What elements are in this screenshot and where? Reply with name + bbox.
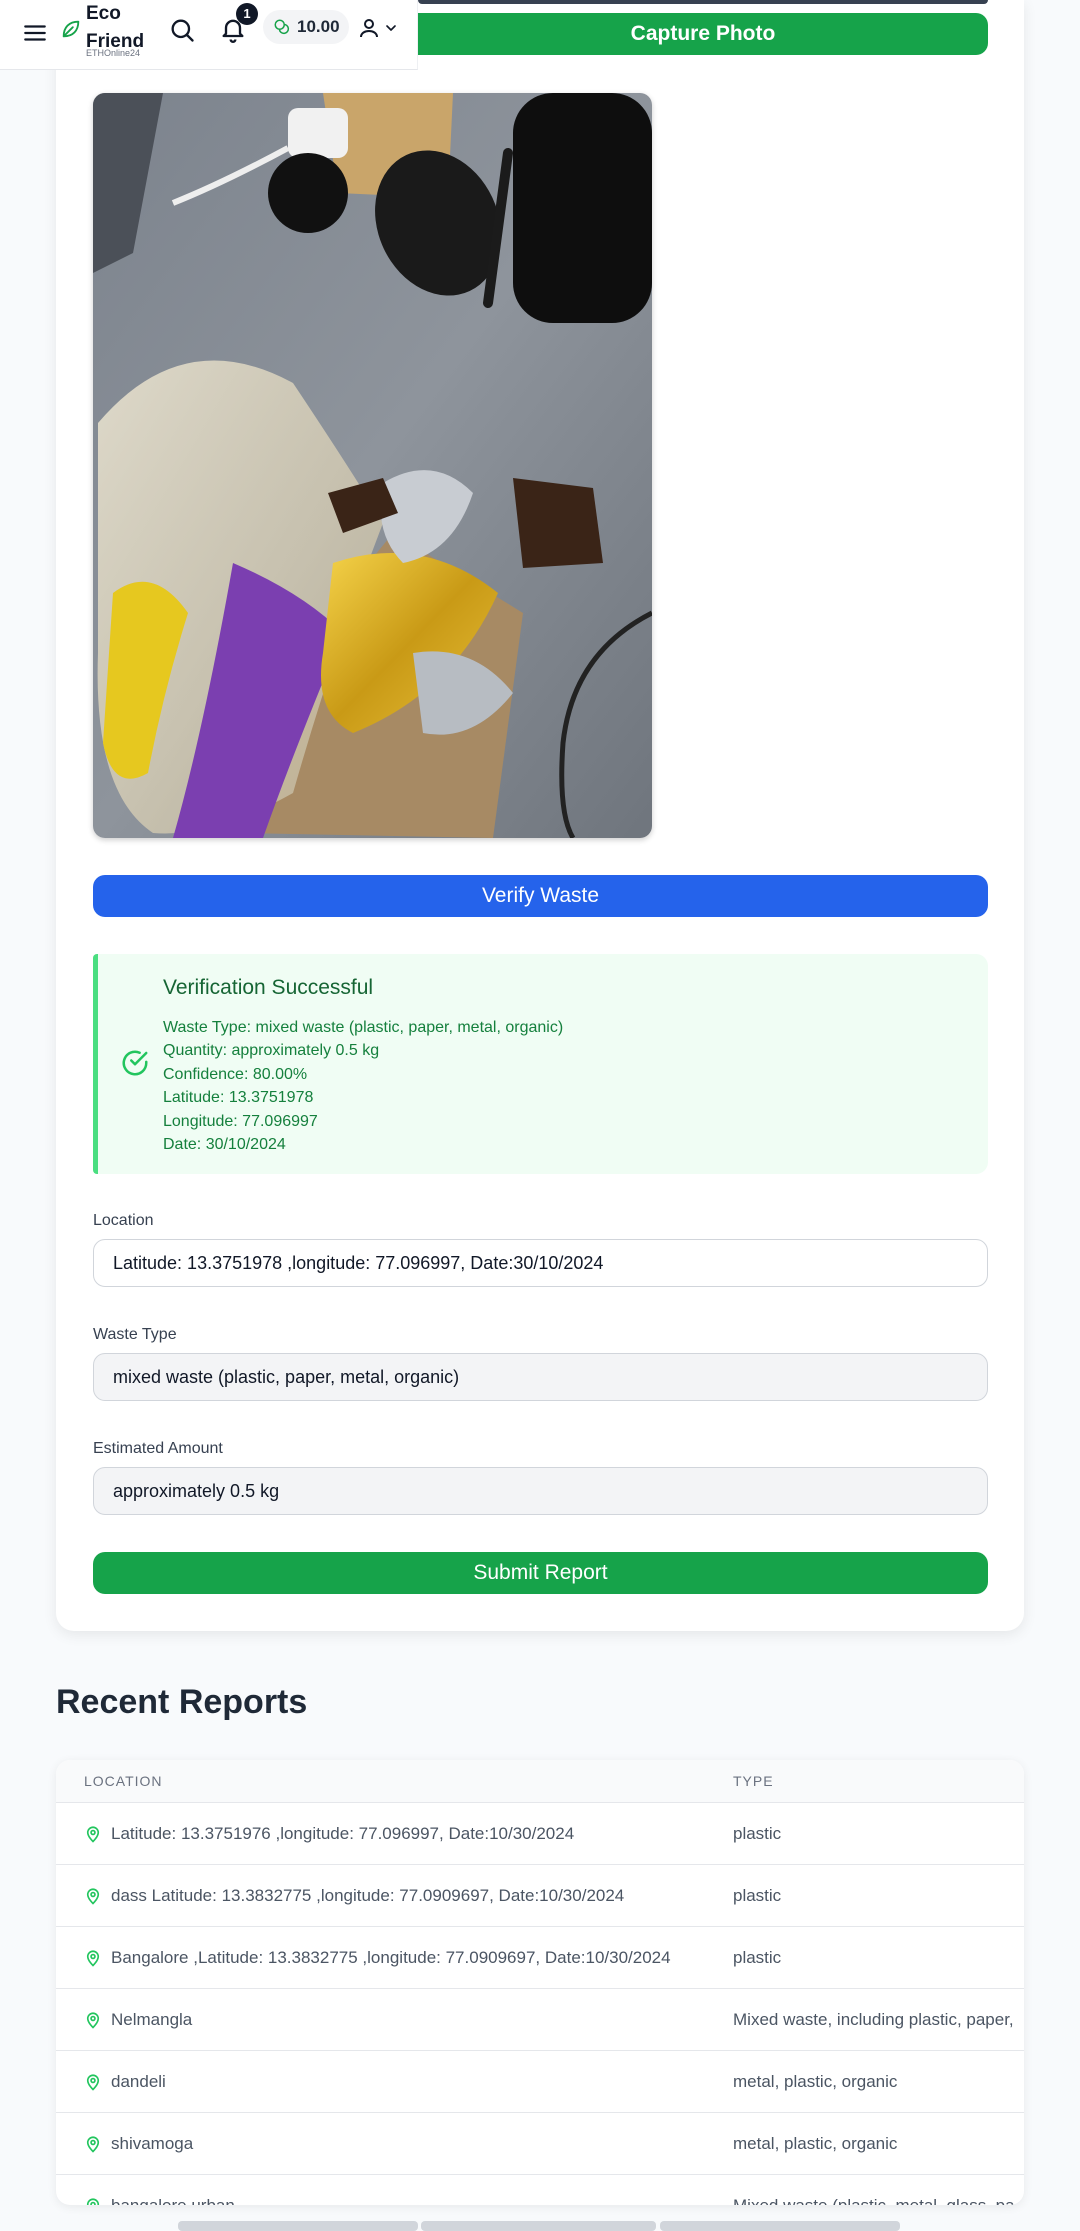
table-row[interactable]: bangalore urban Mixed waste (plastic, met… bbox=[56, 2174, 1024, 2205]
verification-longitude: Longitude: 77.096997 bbox=[163, 1112, 318, 1130]
report-location: Nelmangla bbox=[111, 2010, 193, 2029]
menu-icon[interactable] bbox=[22, 20, 48, 46]
map-pin-icon bbox=[86, 1950, 100, 1967]
map-pin-icon bbox=[86, 2012, 100, 2029]
map-pin-icon bbox=[86, 1888, 100, 1905]
coins-icon bbox=[274, 19, 290, 35]
location-label: Location bbox=[93, 1212, 154, 1229]
scrollbar-segment[interactable] bbox=[421, 2221, 656, 2231]
check-circle-icon bbox=[122, 1050, 148, 1076]
balance-value: 10.00 bbox=[297, 17, 340, 36]
report-location: dass Latitude: 13.3832775 ,longitude: 77… bbox=[111, 1886, 625, 1905]
leaf-icon bbox=[62, 20, 80, 38]
report-location: dandeli bbox=[111, 2072, 166, 2091]
report-type: metal, plastic, organic bbox=[733, 2072, 898, 2091]
verification-date: Date: 30/10/2024 bbox=[163, 1136, 286, 1154]
column-header-location: LOCATION bbox=[84, 1773, 163, 1789]
recent-reports-table: LOCATION TYPE Latitude: 13.3751976 ,long… bbox=[56, 1760, 1024, 2205]
column-header-type: TYPE bbox=[733, 1773, 774, 1789]
verification-confidence: Confidence: 80.00% bbox=[163, 1065, 308, 1083]
waste-photo-image bbox=[93, 93, 652, 838]
balance-badge[interactable]: 10.00 bbox=[263, 10, 349, 44]
chevron-down-icon[interactable] bbox=[383, 20, 399, 36]
report-type: plastic bbox=[733, 1886, 782, 1905]
verification-quantity: Quantity: approximately 0.5 kg bbox=[163, 1042, 380, 1060]
map-pin-icon bbox=[86, 1826, 100, 1843]
app-logo-subtitle: ETHOnline24 bbox=[86, 48, 141, 58]
report-type: Mixed waste, including plastic, paper, bbox=[733, 2010, 1014, 2029]
location-input[interactable]: Latitude: 13.3751978 ,longitude: 77.0969… bbox=[93, 1239, 988, 1287]
table-row[interactable]: Nelmangla Mixed waste, including plastic,… bbox=[56, 1988, 1024, 2050]
capture-button-top-edge bbox=[418, 0, 988, 4]
report-type: Mixed waste (plastic, metal, glass, pa bbox=[733, 2175, 1024, 2205]
report-type: metal, plastic, organic bbox=[733, 2134, 898, 2153]
waste-photo bbox=[93, 93, 652, 838]
table-row[interactable]: shivamoga metal, plastic, organic bbox=[56, 2112, 1024, 2174]
table-row[interactable]: Latitude: 13.3751976 ,longitude: 77.0969… bbox=[56, 1802, 1024, 1864]
recent-reports-title: Recent Reports bbox=[56, 1683, 308, 1721]
report-location: Bangalore ,Latitude: 13.3832775 ,longitu… bbox=[111, 1948, 671, 1967]
verify-waste-button[interactable]: Verify Waste bbox=[93, 875, 988, 917]
map-pin-icon bbox=[86, 2136, 100, 2153]
report-type: plastic bbox=[733, 1948, 782, 1967]
search-icon[interactable] bbox=[168, 16, 196, 44]
user-icon[interactable] bbox=[357, 16, 381, 40]
verification-details: Waste Type: mixed waste (plastic, paper,… bbox=[163, 1016, 563, 1156]
submit-report-button[interactable]: Submit Report bbox=[93, 1552, 988, 1594]
capture-photo-button[interactable]: Capture Photo bbox=[418, 13, 988, 55]
waste-type-input[interactable]: mixed waste (plastic, paper, metal, orga… bbox=[93, 1353, 988, 1401]
table-row[interactable]: dandeli metal, plastic, organic bbox=[56, 2050, 1024, 2112]
table-row[interactable]: Bangalore ,Latitude: 13.3832775 ,longitu… bbox=[56, 1926, 1024, 1988]
report-location: bangalore urban bbox=[111, 2175, 235, 2205]
estimated-amount-input[interactable]: approximately 0.5 kg bbox=[93, 1467, 988, 1515]
verification-title: Verification Successful bbox=[163, 976, 374, 999]
top-navbar: Eco Friend ETHOnline24 1 10.00 bbox=[0, 0, 418, 70]
report-location: Latitude: 13.3751976 ,longitude: 77.0969… bbox=[111, 1824, 575, 1843]
verification-result: Verification Successful Waste Type: mixe… bbox=[93, 954, 988, 1174]
app-logo-line-1: Eco bbox=[86, 3, 121, 24]
map-pin-icon bbox=[86, 2074, 100, 2091]
verification-waste-type: Waste Type: mixed waste (plastic, paper,… bbox=[163, 1019, 564, 1036]
report-location: shivamoga bbox=[111, 2134, 194, 2153]
map-pin-icon bbox=[86, 2198, 100, 2205]
table-header: LOCATION TYPE bbox=[56, 1760, 1024, 1802]
scrollbar-segment[interactable] bbox=[660, 2221, 900, 2231]
notification-count-badge: 1 bbox=[236, 3, 258, 25]
estimated-amount-label: Estimated Amount bbox=[93, 1440, 223, 1457]
verification-latitude: Latitude: 13.3751978 bbox=[163, 1089, 314, 1107]
waste-type-label: Waste Type bbox=[93, 1326, 177, 1343]
scrollbar-segment[interactable] bbox=[178, 2221, 418, 2231]
report-type: plastic bbox=[733, 1824, 782, 1843]
table-row[interactable]: dass Latitude: 13.3832775 ,longitude: 77… bbox=[56, 1864, 1024, 1926]
